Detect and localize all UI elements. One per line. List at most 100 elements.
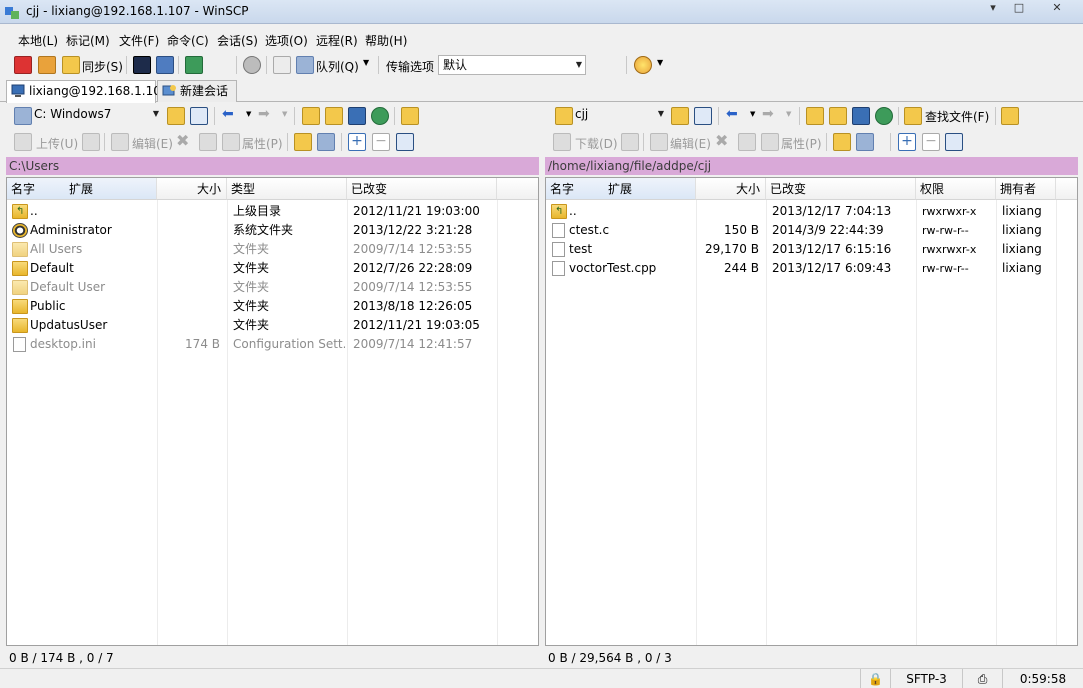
sync-button[interactable]: 同步(S)	[82, 58, 123, 75]
tab-new-session[interactable]: 新建会话	[157, 80, 237, 102]
close-button[interactable]: ✕	[1044, 1, 1070, 17]
tab-session-lixiang[interactable]: lixiang@192.168.1.107	[6, 80, 168, 103]
right-file-list[interactable]: 名字 扩展 大小 已改变 权限 拥有者 .. 2013/12/17 7:04:1…	[545, 177, 1078, 646]
home-icon[interactable]	[852, 107, 870, 125]
download-icon[interactable]	[553, 133, 571, 151]
back-arrow-icon[interactable]: ⬅	[222, 106, 234, 122]
root-dir-icon[interactable]	[829, 107, 847, 125]
queue-icon[interactable]	[296, 56, 314, 74]
rename-icon[interactable]	[738, 133, 756, 151]
table-row[interactable]: desktop.ini 174 B Configuration Sett... …	[7, 335, 538, 354]
download-options-icon[interactable]	[621, 133, 639, 151]
queue-button[interactable]: 队列(Q)	[316, 58, 359, 75]
menu-mark[interactable]: 标记(M)	[66, 32, 110, 49]
edit-button[interactable]: 编辑(E)	[132, 135, 173, 152]
select-plus-icon[interactable]: +	[348, 133, 366, 151]
table-row[interactable]: UpdatusUser 文件夹 2012/11/21 19:03:05	[7, 316, 538, 335]
parent-dir-icon[interactable]	[806, 107, 824, 125]
clipboard-icon[interactable]	[273, 56, 291, 74]
filter-select-icon[interactable]	[396, 133, 414, 151]
col-size[interactable]: 大小	[157, 178, 227, 200]
maximize-button[interactable]: □	[1006, 1, 1032, 17]
edit-icon[interactable]	[650, 133, 668, 151]
sync-icon[interactable]	[62, 56, 80, 74]
col-changed[interactable]: 已改变	[347, 178, 497, 200]
upload-button[interactable]: 上传(U)	[36, 135, 78, 152]
edit-button[interactable]: 编辑(E)	[670, 135, 711, 152]
table-row[interactable]: ctest.c 150 B 2014/3/9 22:44:39 rw-rw-r-…	[546, 221, 1077, 240]
col-name[interactable]: 名字 扩展	[546, 178, 696, 200]
refresh-all-icon[interactable]	[185, 56, 203, 74]
chevron-down-icon[interactable]: ▼	[282, 110, 287, 118]
col-owner[interactable]: 拥有者	[996, 178, 1056, 200]
table-row[interactable]: Public 文件夹 2013/8/18 12:26:05	[7, 297, 538, 316]
col-name[interactable]: 名字 扩展	[7, 178, 157, 200]
find-files-icon[interactable]	[904, 107, 922, 125]
menu-command[interactable]: 命令(C)	[167, 32, 209, 49]
properties-icon[interactable]	[761, 133, 779, 151]
left-path-bar[interactable]: C:\Users	[6, 157, 539, 175]
tree-icon[interactable]	[401, 107, 419, 125]
table-row[interactable]: All Users 文件夹 2009/7/14 12:53:55	[7, 240, 538, 259]
open-folder-icon[interactable]	[167, 107, 185, 125]
transfer-preset-select[interactable]: 默认 ▼	[438, 55, 586, 75]
forward-arrow-icon[interactable]: ➡	[762, 106, 774, 122]
menu-session[interactable]: 会话(S)	[217, 32, 258, 49]
left-file-list[interactable]: 名字 扩展 大小 类型 已改变 .. 上级目录 2012/11/21 19:03…	[6, 177, 539, 646]
rename-icon[interactable]	[199, 133, 217, 151]
queue-dropdown-icon[interactable]: ▼	[363, 58, 369, 67]
filter-icon[interactable]	[694, 107, 712, 125]
col-changed[interactable]: 已改变	[766, 178, 916, 200]
right-path-bar[interactable]: /home/lixiang/file/addpe/cjj	[545, 157, 1078, 175]
new-file-icon[interactable]	[317, 133, 335, 151]
find-files-button[interactable]: 查找文件(F)	[925, 108, 989, 125]
select-plus-icon[interactable]: +	[898, 133, 916, 151]
table-row[interactable]: voctorTest.cpp 244 B 2013/12/17 6:09:43 …	[546, 259, 1077, 278]
delete-icon[interactable]: ✖	[176, 131, 189, 150]
col-rights[interactable]: 权限	[916, 178, 996, 200]
terminal-icon[interactable]	[133, 56, 151, 74]
refresh-icon[interactable]	[371, 107, 389, 125]
col-size[interactable]: 大小	[696, 178, 766, 200]
table-row[interactable]: .. 上级目录 2012/11/21 19:03:00	[7, 202, 538, 221]
table-row[interactable]: test 29,170 B 2013/12/17 6:15:16 rwxrwxr…	[546, 240, 1077, 259]
root-dir-icon[interactable]	[325, 107, 343, 125]
chevron-down-icon[interactable]: ▼	[246, 110, 251, 118]
table-row[interactable]: .. 2013/12/17 7:04:13 rwxrwxr-x lixiang	[546, 202, 1077, 221]
upload-icon[interactable]	[14, 133, 32, 151]
session-globe-icon[interactable]	[634, 56, 652, 74]
synchronize-browse-icon[interactable]	[38, 56, 56, 74]
new-folder-icon[interactable]	[294, 133, 312, 151]
tree-icon[interactable]	[1001, 107, 1019, 125]
refresh-icon[interactable]	[875, 107, 893, 125]
table-row[interactable]: Default 文件夹 2012/7/26 22:28:09	[7, 259, 538, 278]
menu-options[interactable]: 选项(O)	[265, 32, 308, 49]
compare-icon[interactable]	[14, 56, 32, 74]
chevron-down-icon[interactable]: ▼	[750, 110, 755, 118]
delete-icon[interactable]: ✖	[715, 131, 728, 150]
new-folder-icon[interactable]	[833, 133, 851, 151]
filter-icon[interactable]	[190, 107, 208, 125]
download-button[interactable]: 下载(D)	[575, 135, 618, 152]
filter-select-icon[interactable]	[945, 133, 963, 151]
home-icon[interactable]	[348, 107, 366, 125]
open-folder-icon[interactable]	[671, 107, 689, 125]
chevron-down-icon[interactable]: ▼	[786, 110, 791, 118]
properties-button[interactable]: 属性(P)	[781, 135, 822, 152]
table-row[interactable]: Default User 文件夹 2009/7/14 12:53:55	[7, 278, 538, 297]
parent-dir-icon[interactable]	[302, 107, 320, 125]
deselect-minus-icon[interactable]: −	[372, 133, 390, 151]
forward-arrow-icon[interactable]: ➡	[258, 106, 270, 122]
preferences-gear-icon[interactable]	[243, 56, 261, 74]
putty-icon[interactable]	[156, 56, 174, 74]
left-drive-select[interactable]: C: Windows7 ▼	[30, 105, 162, 125]
chevron-down-icon[interactable]: ▼	[657, 58, 663, 67]
menu-remote[interactable]: 远程(R)	[316, 32, 358, 49]
upload-options-icon[interactable]	[82, 133, 100, 151]
col-type[interactable]: 类型	[227, 178, 347, 200]
table-row[interactable]: Administrator 系统文件夹 2013/12/22 3:21:28	[7, 221, 538, 240]
properties-icon[interactable]	[222, 133, 240, 151]
properties-button[interactable]: 属性(P)	[242, 135, 283, 152]
menu-file[interactable]: 文件(F)	[119, 32, 159, 49]
right-dir-select[interactable]: cjj ▼	[571, 105, 667, 125]
